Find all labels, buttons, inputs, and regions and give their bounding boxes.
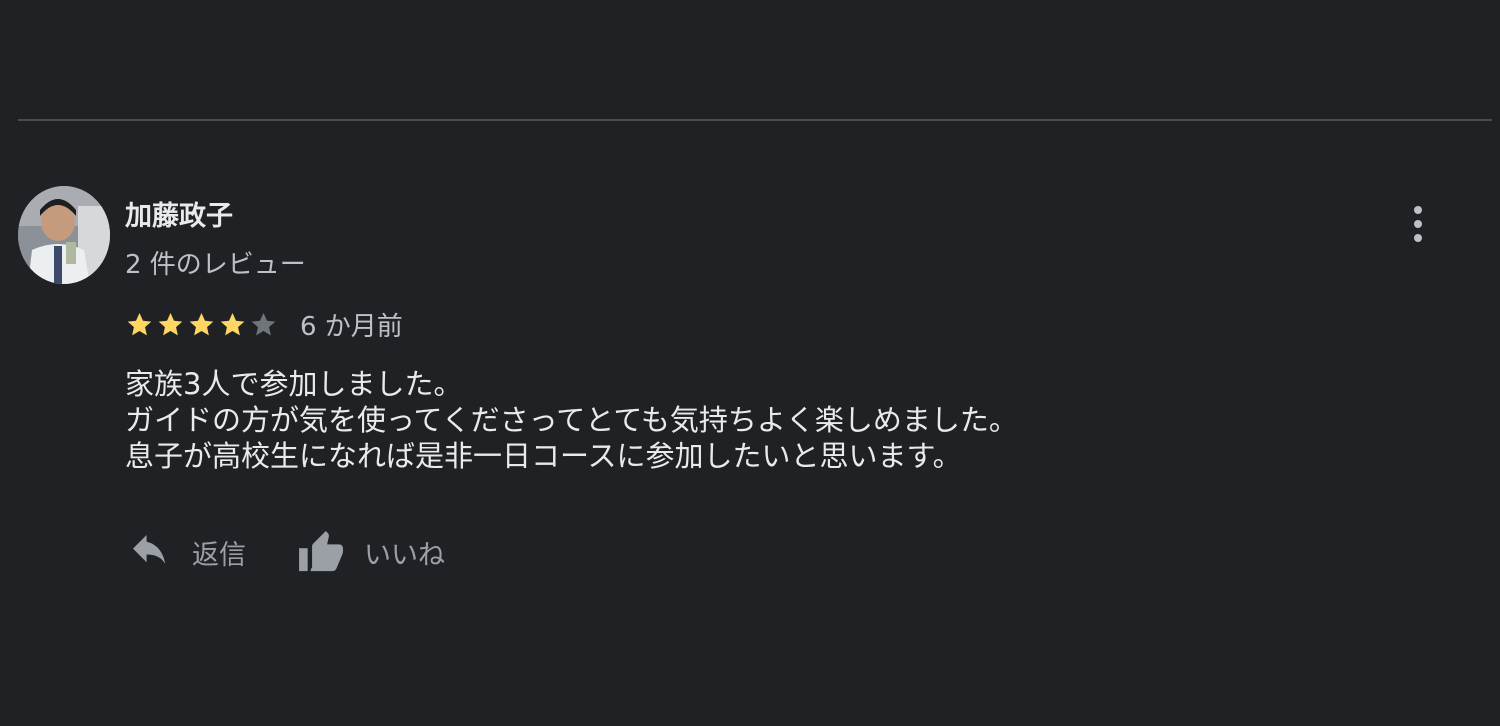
star-rating	[125, 310, 278, 339]
page: 加藤政子 2 件のレビュー 6 か月前 家族3人で参加しました。 ガイドの方が気…	[0, 0, 1500, 726]
review-text: 家族3人で参加しました。 ガイドの方が気を使ってくださってとても気持ちよく楽しめ…	[125, 366, 1018, 474]
rating-row: 6 か月前	[125, 306, 403, 342]
more-vert-icon-dot	[1414, 220, 1422, 228]
more-options-button[interactable]	[1398, 200, 1438, 248]
like-button[interactable]: いいね	[296, 531, 445, 573]
reply-label: 返信	[192, 539, 246, 571]
avatar-photo	[18, 186, 110, 284]
more-vert-icon-dot	[1414, 234, 1422, 242]
more-vert-icon	[1414, 206, 1422, 214]
reply-button[interactable]: 返信	[128, 533, 246, 572]
review-date: 6 か月前	[300, 311, 403, 342]
author-review-count[interactable]: 2 件のレビュー	[125, 244, 306, 281]
review-text-line: 息子が高校生になれば是非一日コースに参加したいと思います。	[125, 439, 962, 473]
author-name[interactable]: 加藤政子	[125, 194, 233, 233]
star-icon	[220, 312, 245, 335]
divider	[18, 119, 1492, 121]
star-icon	[251, 312, 276, 335]
review-text-line: ガイドの方が気を使ってくださってとても気持ちよく楽しめました。	[125, 403, 1018, 437]
review-text-line: 家族3人で参加しました。	[125, 367, 463, 401]
star-icon	[127, 312, 152, 335]
star-icon	[189, 312, 214, 335]
star-icon	[158, 312, 183, 335]
reply-icon	[128, 535, 172, 569]
avatar[interactable]	[18, 186, 110, 284]
thumb-up-icon	[296, 531, 348, 573]
review-actions: 返信 いいね	[128, 530, 445, 574]
like-label: いいね	[364, 539, 445, 571]
